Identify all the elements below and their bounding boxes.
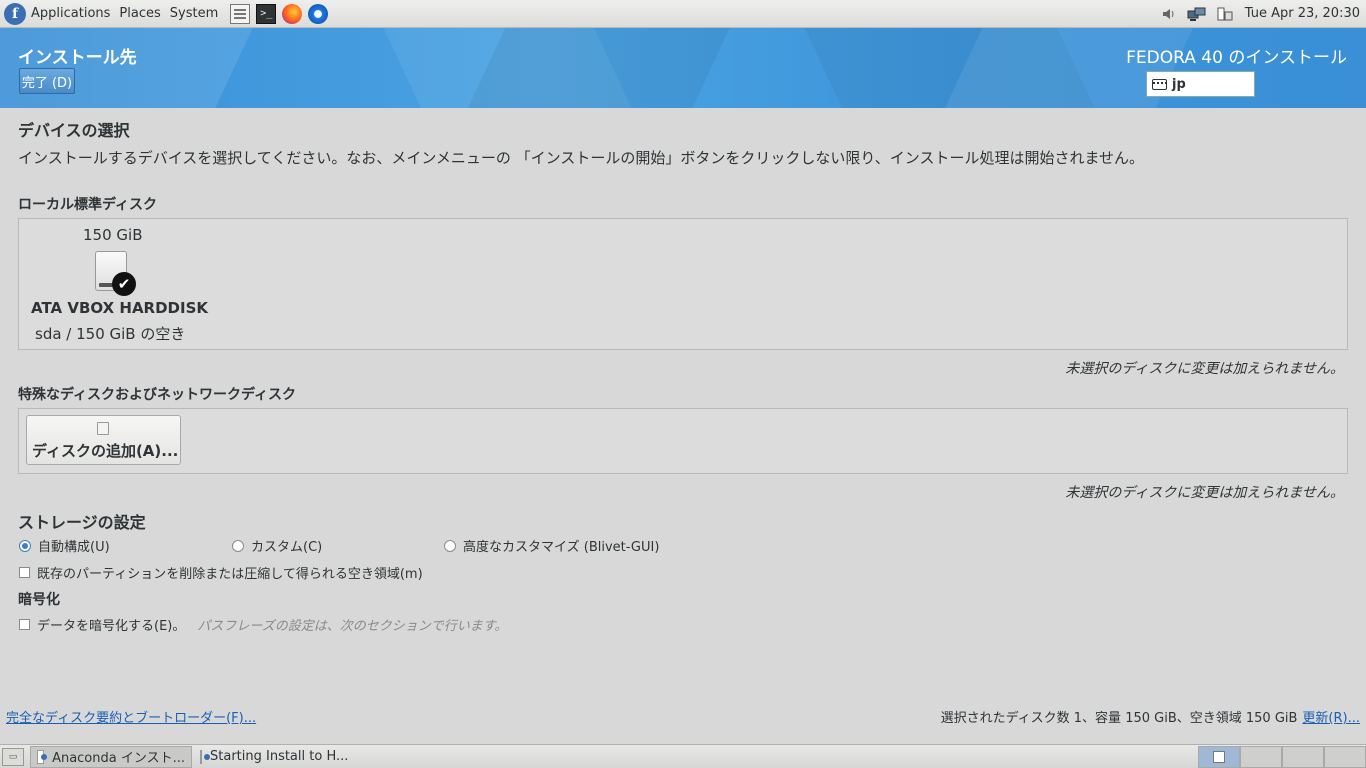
radio-button[interactable] [444, 539, 456, 552]
radio-button[interactable] [19, 539, 31, 552]
checkbox[interactable] [19, 567, 30, 578]
notes-icon[interactable] [230, 3, 251, 24]
encryption-title: 暗号化 [18, 592, 60, 608]
volume-icon[interactable] [1159, 5, 1179, 23]
menu-places[interactable]: Places [119, 6, 160, 21]
keyboard-layout-label: jp [1172, 76, 1186, 92]
selection-summary: 選択されたディスク数 1、容量 150 GiB、空き領域 150 GiB 更新(R… [941, 707, 1360, 726]
special-disks-title: 特殊なディスクおよびネットワークディスク [18, 387, 297, 403]
thunderbird-icon[interactable] [308, 3, 329, 24]
anaconda-icon [200, 749, 210, 764]
special-disks-note: 未選択のディスクに変更は加えられません。 [1065, 485, 1344, 501]
checkbox[interactable] [19, 619, 30, 630]
local-disks-panel: 150 GiB ✔ ATA VBOX HARDDISK sda / 150 Gi… [18, 218, 1348, 350]
workspace-2[interactable] [1240, 745, 1282, 768]
taskbar: ▭ Anaconda インスト... Starting Install to H… [0, 744, 1366, 768]
disk-info: sda / 150 GiB の空き [35, 325, 186, 343]
workspace-4[interactable] [1324, 745, 1366, 768]
keyboard-icon [1152, 78, 1167, 90]
disk-size: 150 GiB [83, 226, 143, 244]
task-label: Starting Install to H... [210, 749, 349, 764]
menu-system[interactable]: System [170, 6, 218, 21]
fedora-logo-icon[interactable]: f [4, 2, 26, 25]
clock[interactable]: Tue Apr 23, 20:30 [1245, 6, 1360, 21]
storage-config-title: ストレージの設定 [18, 513, 146, 532]
task-starting-install[interactable]: Starting Install to H... [194, 746, 354, 768]
add-disk-label: ディスクの追加(A)... [32, 442, 179, 460]
anaconda-icon [37, 749, 48, 764]
local-disks-note: 未選択のディスクに変更は加えられません。 [1065, 361, 1344, 377]
top-panel: f Applications Places System >_ Tue Apr … [0, 0, 1366, 28]
encrypt-hint: パスフレーズの設定は、次のセクションで行います。 [197, 619, 508, 634]
window-icon [1213, 750, 1225, 763]
radio-custom[interactable]: カスタム(C) [232, 536, 322, 555]
menu-applications[interactable]: Applications [31, 6, 110, 21]
header-banner: インストール先 完了 (D) FEDORA 40 のインストール jp [0, 28, 1366, 108]
product-title: FEDORA 40 のインストール [1126, 48, 1347, 68]
radio-custom-label: カスタム(C) [251, 540, 323, 555]
device-selection-description: インストールするデバイスを選択してください。なお、メインメニューの 「インストー… [18, 149, 1145, 167]
disk-item[interactable]: 150 GiB ✔ ATA VBOX HARDDISK sda / 150 Gi… [19, 219, 219, 349]
network-icon[interactable] [1187, 5, 1207, 23]
power-icon[interactable] [1215, 5, 1235, 23]
add-disk-button[interactable]: ディスクの追加(A)... [26, 415, 181, 465]
firefox-icon[interactable] [282, 3, 303, 24]
keyboard-layout-indicator[interactable]: jp [1146, 71, 1255, 97]
workspace-1[interactable] [1198, 745, 1240, 768]
disk-name: ATA VBOX HARDDISK [31, 299, 209, 317]
selection-summary-text: 選択されたディスク数 1、容量 150 GiB、空き領域 150 GiB [940, 711, 1298, 726]
radio-automatic[interactable]: 自動構成(U) [19, 536, 110, 555]
radio-button[interactable] [232, 539, 244, 552]
task-label: Anaconda インスト... [52, 751, 185, 766]
terminal-icon[interactable]: >_ [256, 3, 277, 24]
encrypt-checkbox[interactable]: データを暗号化する(E)。 パスフレーズの設定は、次のセクションで行います。 [19, 615, 507, 634]
reclaim-space-label: 既存のパーティションを削除または圧縮して得られる空き領域(m) [37, 567, 423, 582]
reclaim-space-checkbox[interactable]: 既存のパーティションを削除または圧縮して得られる空き領域(m) [19, 563, 423, 582]
done-button[interactable]: 完了 (D) [19, 68, 75, 94]
special-disks-panel: ディスクの追加(A)... [18, 408, 1348, 474]
show-desktop-icon[interactable]: ▭ [2, 747, 24, 766]
selected-check-icon: ✔ [112, 272, 136, 296]
radio-automatic-label: 自動構成(U) [38, 540, 110, 555]
radio-advanced-label: 高度なカスタマイズ (Blivet-GUI) [463, 540, 660, 555]
local-disks-title: ローカル標準ディスク [18, 197, 158, 213]
task-anaconda[interactable]: Anaconda インスト... [30, 745, 192, 768]
device-selection-title: デバイスの選択 [18, 121, 130, 140]
workspace-3[interactable] [1282, 745, 1324, 768]
encrypt-label: データを暗号化する(E)。 [37, 619, 186, 634]
page-title: インストール先 [18, 48, 137, 68]
refresh-link[interactable]: 更新(R)... [1302, 711, 1360, 726]
radio-advanced-custom[interactable]: 高度なカスタマイズ (Blivet-GUI) [444, 536, 659, 555]
disk-add-icon [97, 422, 109, 435]
full-disk-summary-link[interactable]: 完全なディスク要約とブートローダー(F)... [6, 707, 256, 726]
workspace-switcher [1198, 745, 1366, 768]
